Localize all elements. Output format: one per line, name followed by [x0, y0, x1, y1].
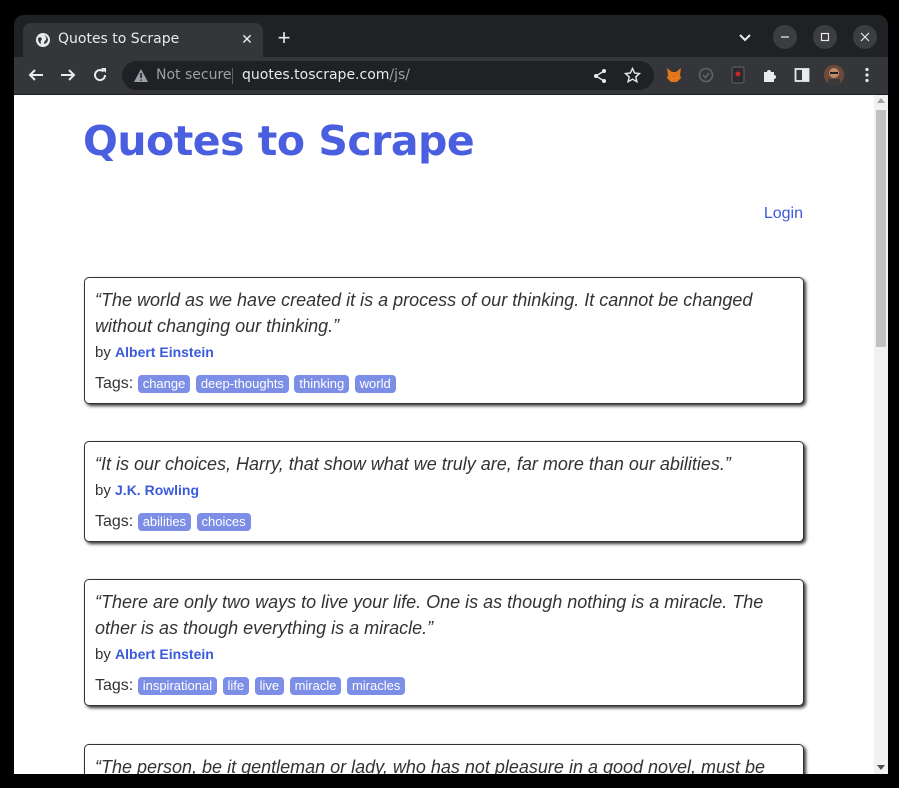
quote-text: “There are only two ways to live your li… — [95, 592, 764, 638]
kebab-menu-icon[interactable] — [858, 66, 876, 84]
author-link[interactable]: J.K. Rowling — [115, 482, 199, 498]
tag-link[interactable]: abilities — [137, 513, 192, 531]
site-title[interactable]: Quotes to Scrape — [83, 117, 475, 165]
maximize-button[interactable] — [813, 25, 837, 49]
close-tab-icon[interactable]: ✕ — [239, 31, 255, 47]
timer-extension-icon[interactable] — [697, 66, 715, 84]
new-tab-icon[interactable]: + — [274, 27, 294, 49]
forward-arrow-icon[interactable] — [59, 66, 77, 84]
tab-strip: Quotes to Scrape ✕ + — [14, 15, 888, 57]
tag-link[interactable]: thinking — [294, 375, 350, 393]
security-label[interactable]: Not secure — [156, 67, 232, 83]
tags-label: Tags: — [95, 513, 134, 530]
tags-label: Tags: — [95, 677, 134, 694]
tag-link[interactable]: inspirational — [137, 677, 218, 695]
tag-link[interactable]: world — [354, 375, 396, 393]
url-host: quotes.toscrape.com — [242, 67, 390, 83]
author-link[interactable]: Albert Einstein — [115, 646, 214, 662]
by-label: by — [95, 646, 111, 663]
by-label: by — [95, 482, 111, 499]
quote-card: “The world as we have created it is a pr… — [84, 277, 804, 404]
author-link[interactable]: Albert Einstein — [115, 344, 214, 360]
tag-link[interactable]: miracle — [289, 677, 342, 695]
scroll-up-arrow-icon[interactable] — [877, 98, 885, 103]
reload-icon[interactable] — [91, 66, 109, 84]
minimize-button[interactable] — [773, 25, 797, 49]
minimize-icon — [781, 36, 789, 38]
browser-window: Quotes to Scrape ✕ + Not secure quotes.t… — [14, 15, 888, 774]
quote-card: “It is our choices, Harry, that show wha… — [84, 441, 804, 542]
browser-tab[interactable]: Quotes to Scrape ✕ — [23, 23, 263, 57]
tag-link[interactable]: choices — [196, 513, 251, 531]
puzzle-icon[interactable] — [761, 66, 779, 84]
browser-toolbar: Not secure quotes.toscrape.com/js/ — [14, 57, 888, 94]
globe-icon — [36, 33, 50, 47]
quote-card: “There are only two ways to live your li… — [84, 579, 804, 706]
page-content: Quotes to Scrape Login “The world as we … — [14, 95, 874, 774]
close-window-button[interactable] — [853, 25, 877, 49]
quote-tags: Tags: inspirational life live miracle mi… — [95, 677, 793, 695]
quote-text: “It is our choices, Harry, that show wha… — [95, 454, 731, 474]
back-arrow-icon[interactable] — [27, 66, 45, 84]
tag-link[interactable]: life — [222, 677, 250, 695]
login-link[interactable]: Login — [764, 205, 803, 223]
quote-tags: Tags: change deep-thoughts thinking worl… — [95, 375, 793, 393]
tag-link[interactable]: miracles — [346, 677, 406, 695]
warning-icon[interactable] — [133, 68, 149, 83]
tag-link[interactable]: deep-thoughts — [195, 375, 289, 393]
scrollbar-thumb[interactable] — [876, 110, 886, 347]
profile-avatar-icon — [824, 65, 844, 85]
tag-link[interactable]: live — [254, 677, 285, 695]
by-label: by — [95, 344, 111, 361]
scroll-down-arrow-icon[interactable] — [877, 765, 885, 770]
quote-byline: by J.K. Rowling — [95, 482, 793, 499]
close-icon — [860, 32, 870, 42]
tag-link[interactable]: change — [137, 375, 191, 393]
divider — [232, 68, 233, 84]
side-panel-icon[interactable] — [793, 66, 811, 84]
quote-tags: Tags: abilities choices — [95, 513, 793, 531]
chevron-down-icon[interactable] — [737, 29, 753, 45]
avatar[interactable] — [824, 65, 844, 85]
metamask-extension-icon[interactable] — [665, 66, 683, 84]
tab-title: Quotes to Scrape — [58, 31, 180, 47]
maximize-icon — [820, 32, 830, 42]
quote-text: “The person, be it gentleman or lady, wh… — [95, 757, 766, 774]
quote-text: “The world as we have created it is a pr… — [95, 290, 753, 336]
share-icon[interactable] — [592, 68, 608, 84]
bookmark-star-icon[interactable] — [624, 67, 641, 84]
tags-label: Tags: — [95, 375, 134, 392]
page-scrollbar[interactable] — [874, 95, 888, 774]
record-extension-icon[interactable] — [729, 66, 747, 84]
url-text[interactable]: quotes.toscrape.com/js/ — [242, 67, 410, 83]
address-bar[interactable]: Not secure quotes.toscrape.com/js/ — [122, 61, 654, 90]
quote-card: “The person, be it gentleman or lady, wh… — [84, 744, 804, 774]
quote-byline: by Albert Einstein — [95, 646, 793, 663]
quote-byline: by Albert Einstein — [95, 344, 793, 361]
url-path: /js/ — [389, 67, 411, 83]
